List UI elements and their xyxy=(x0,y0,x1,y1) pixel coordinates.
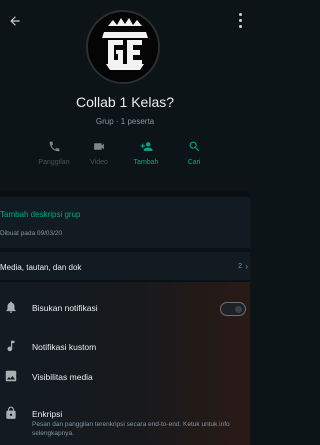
media-visibility-row[interactable]: Visibilitas media xyxy=(0,363,250,391)
group-participants: Grup · 1 peserta xyxy=(95,117,155,126)
custom-notifications-label: Notifikasi kustom xyxy=(32,342,97,352)
encryption-description: Pesan dan panggilan terenkripsi secara e… xyxy=(32,421,230,437)
more-vert-icon xyxy=(238,12,242,16)
back-button[interactable] xyxy=(4,10,26,32)
lock-icon xyxy=(6,406,16,419)
action-bar: Panggilan Video Tambah Cari xyxy=(0,140,250,180)
phone-icon xyxy=(49,141,59,152)
group-avatar[interactable] xyxy=(86,10,160,84)
chevron-right-icon: › xyxy=(245,262,248,271)
more-options-button[interactable] xyxy=(234,8,246,32)
video-label: Video xyxy=(90,159,108,166)
arrow-back-icon xyxy=(10,16,20,26)
video-button[interactable]: Video xyxy=(79,140,119,166)
mute-notifications-label: Bisukan notifikasi xyxy=(32,303,98,313)
add-participant-label: Tambah xyxy=(133,159,159,166)
media-links-docs-label[interactable]: Media, tautan, dan dok xyxy=(0,263,81,272)
add-description-link[interactable]: Tambah deskripsi grup xyxy=(0,210,80,219)
mute-toggle[interactable] xyxy=(220,302,246,316)
search-icon xyxy=(189,141,199,152)
search-button[interactable]: Cari xyxy=(174,140,214,166)
person-add-icon xyxy=(140,142,152,151)
add-participant-button[interactable]: Tambah xyxy=(126,140,166,166)
bell-icon xyxy=(6,301,16,313)
videocam-icon xyxy=(94,143,104,150)
encryption-label: Enkripsi xyxy=(32,409,63,419)
media-count: 2 xyxy=(238,263,242,270)
search-label: Cari xyxy=(187,159,201,166)
custom-notifications-row[interactable]: Notifikasi kustom xyxy=(0,333,250,361)
media-visibility-label: Visibilitas media xyxy=(32,372,93,382)
call-label: Panggilan xyxy=(38,159,70,166)
group-name[interactable]: Collab 1 Kelas? xyxy=(0,94,250,110)
toggle-knob xyxy=(235,306,242,313)
music-note-icon xyxy=(7,340,15,352)
created-date: Dibuat pada 09/03/20 xyxy=(0,230,63,237)
mute-notifications-row[interactable]: Bisukan notifikasi xyxy=(0,294,250,322)
image-icon xyxy=(5,370,17,382)
group-logo xyxy=(89,13,158,82)
call-button[interactable]: Panggilan xyxy=(34,140,74,166)
description-section xyxy=(0,197,250,252)
